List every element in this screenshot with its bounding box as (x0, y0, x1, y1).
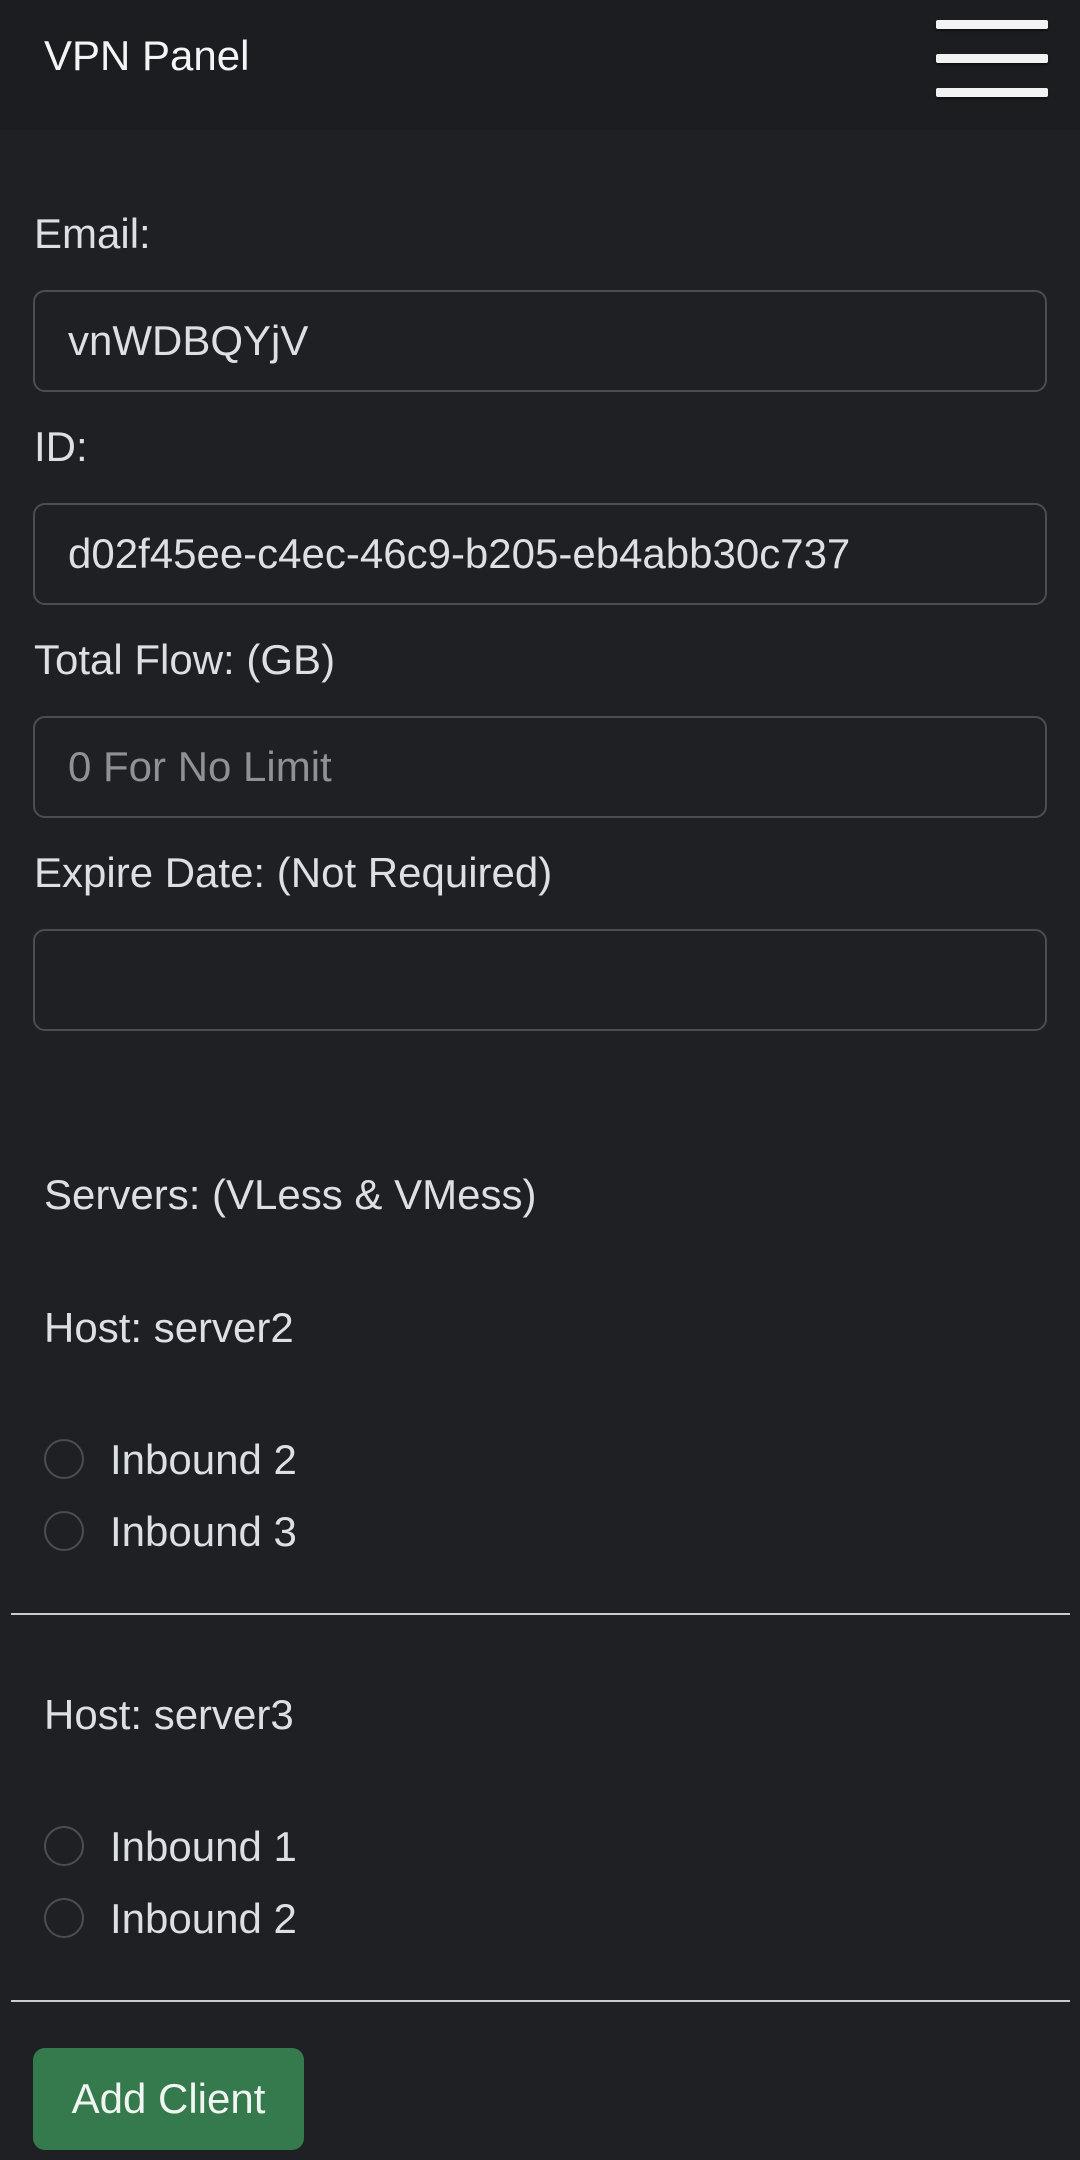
inbound-label[interactable]: Inbound 2 (110, 1434, 297, 1486)
total-flow-field[interactable] (33, 716, 1047, 818)
host-divider (11, 2000, 1070, 2002)
radio-button[interactable] (44, 1826, 84, 1866)
brand-title[interactable]: VPN Panel (44, 30, 249, 82)
id-label: ID: (34, 423, 88, 470)
add-client-button[interactable]: Add Client (33, 2048, 304, 2150)
id-field[interactable] (33, 503, 1047, 605)
hamburger-menu-icon[interactable] (936, 18, 1048, 100)
radio-button[interactable] (44, 1439, 84, 1479)
host-label-server3: Host: server3 (44, 1691, 294, 1738)
inbound-label[interactable]: Inbound 2 (110, 1893, 297, 1945)
inbound-label[interactable]: Inbound 1 (110, 1821, 297, 1873)
expire-date-label: Expire Date: (Not Required) (34, 849, 553, 896)
inbound-label[interactable]: Inbound 3 (110, 1506, 297, 1558)
servers-heading: Servers: (VLess & VMess) (44, 1171, 537, 1218)
email-label: Email: (34, 210, 151, 257)
host-divider (11, 1613, 1070, 1615)
total-flow-label: Total Flow: (GB) (34, 636, 336, 683)
expire-date-field[interactable] (33, 929, 1047, 1031)
menu-line (936, 88, 1048, 97)
menu-line (936, 54, 1048, 63)
menu-line (936, 20, 1048, 29)
email-field[interactable] (33, 290, 1047, 392)
radio-button[interactable] (44, 1511, 84, 1551)
top-navbar: VPN Panel (0, 0, 1080, 130)
radio-button[interactable] (44, 1898, 84, 1938)
host-label-server2: Host: server2 (44, 1304, 294, 1351)
